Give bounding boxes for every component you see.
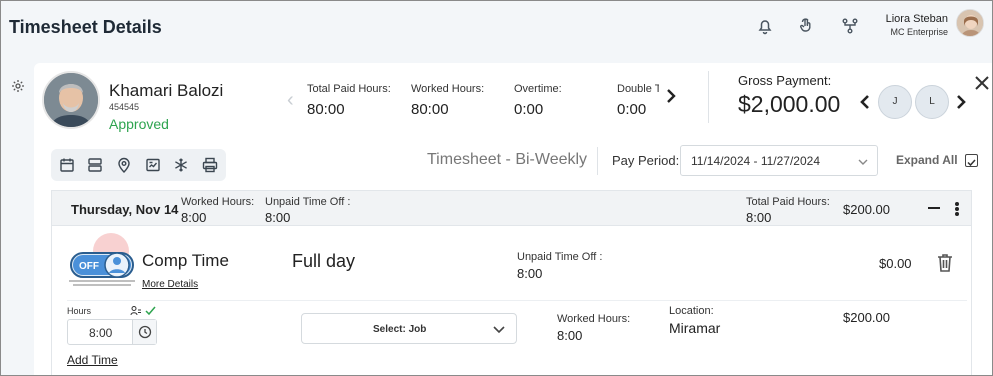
stat-total-paid-value: 80:00 (307, 101, 345, 118)
stat-overtime-label: Overtime: (514, 83, 562, 95)
stat-overtime-value: 0:00 (514, 101, 544, 118)
day-date: Thursday, Nov 14 (71, 202, 179, 217)
view-toolbar (51, 149, 226, 181)
divider (708, 71, 709, 123)
employee-status: Approved (109, 116, 169, 132)
employee-name: Khamari Balozi (109, 81, 224, 100)
day-unpaid-value: 8:00 (265, 210, 291, 225)
stat-worked-label: Worked Hours: (411, 83, 485, 95)
expand-all-label: Expand All (896, 153, 958, 167)
employee-prev-arrow[interactable] (859, 93, 871, 117)
day-panel: Thursday, Nov 14 Worked Hours: 8:00 Unpa… (51, 190, 972, 375)
time-off-illustration: OFF (67, 231, 137, 289)
entry-unpaid-value: 8:00 (517, 266, 543, 281)
row-amount: $200.00 (843, 310, 890, 325)
workflow-icon[interactable] (840, 16, 860, 36)
location-icon[interactable] (116, 157, 132, 173)
hours-input[interactable]: 8:00 (67, 319, 157, 345)
employee-pill-j[interactable]: J (878, 85, 912, 119)
more-details-link[interactable]: More Details (142, 279, 198, 290)
print-icon[interactable] (202, 157, 218, 173)
employee-id: 454545 (109, 102, 140, 112)
stat-double-time-value: 0:00 (617, 101, 647, 118)
gross-payment-label: Gross Payment: (738, 73, 832, 88)
chevron-down-icon (492, 322, 506, 336)
stats-prev-arrow[interactable]: ‹ (287, 89, 294, 112)
layout-icon[interactable] (87, 157, 103, 173)
day-worked-label: Worked Hours: (181, 196, 255, 208)
hours-label: Hours (67, 306, 92, 316)
employee-pill-l[interactable]: L (915, 85, 949, 119)
employee-next-arrow[interactable] (955, 93, 967, 117)
stat-total-paid-label: Total Paid Hours: (307, 83, 391, 95)
day-unpaid-label: Unpaid Time Off : (265, 196, 351, 208)
entry-unpaid-label: Unpaid Time Off : (517, 251, 603, 263)
day-total-paid-value: 8:00 (746, 210, 772, 225)
hours-tools (130, 304, 160, 316)
stat-double-time-label: Double T (617, 83, 659, 95)
user-org: MC Enterprise (890, 27, 948, 37)
row-worked-label: Worked Hours: (557, 313, 631, 325)
row-worked-value: 8:00 (557, 328, 583, 343)
pay-period-label: Pay Period: (612, 153, 680, 168)
location-label: Location: (669, 305, 714, 317)
gear-icon[interactable] (11, 79, 25, 93)
snowflake-icon[interactable] (173, 157, 189, 173)
day-total-paid-label: Total Paid Hours: (746, 196, 830, 208)
hours-value: 8:00 (89, 326, 113, 340)
trash-icon[interactable] (936, 253, 954, 273)
collapse-icon[interactable] (928, 207, 940, 209)
stats-next-arrow[interactable] (665, 87, 677, 111)
employee-photo (42, 71, 100, 129)
entry-amount: $0.00 (879, 256, 912, 271)
timesheet-type: Timesheet - Bi-Weekly (427, 151, 588, 168)
page-title: Timesheet Details (9, 17, 162, 37)
divider (67, 300, 967, 301)
divider (597, 147, 598, 175)
job-select[interactable]: Select: Job (301, 313, 517, 344)
report-icon[interactable] (145, 157, 161, 173)
expand-all-checkbox[interactable] (965, 154, 978, 167)
location-value: Miramar (669, 320, 721, 336)
entry-duration: Full day (292, 251, 356, 271)
user-avatar[interactable] (956, 9, 984, 37)
pay-period-select[interactable]: 11/14/2024 - 11/27/2024 (680, 145, 878, 176)
user-name: Liora Steban (885, 13, 948, 25)
day-worked-value: 8:00 (181, 210, 207, 225)
bell-icon[interactable] (755, 16, 775, 36)
add-time-link[interactable]: Add Time (67, 353, 118, 367)
calendar-icon[interactable] (59, 157, 75, 173)
job-select-label: Select: Job (373, 324, 427, 335)
day-header[interactable]: Thursday, Nov 14 Worked Hours: 8:00 Unpa… (52, 191, 971, 226)
more-options-icon[interactable] (955, 202, 959, 216)
left-rail (1, 63, 33, 375)
timesheet-card: Khamari Balozi 454545 Approved ‹ Total P… (34, 63, 992, 375)
day-amount: $200.00 (843, 202, 890, 217)
clock-icon[interactable] (132, 320, 156, 344)
chevron-down-icon (857, 155, 869, 167)
gross-payment-value: $2,000.00 (738, 91, 841, 117)
touch-icon[interactable] (797, 16, 817, 36)
stat-worked-value: 80:00 (411, 101, 449, 118)
entry-type: Comp Time (142, 251, 229, 270)
pay-period-value: 11/14/2024 - 11/27/2024 (691, 154, 820, 168)
timesheet-window: Timesheet Details Liora Steban MC Enterp… (0, 0, 993, 376)
close-icon[interactable] (974, 73, 990, 95)
top-bar: Timesheet Details Liora Steban MC Enterp… (1, 1, 992, 59)
off-badge-text: OFF (79, 261, 99, 272)
